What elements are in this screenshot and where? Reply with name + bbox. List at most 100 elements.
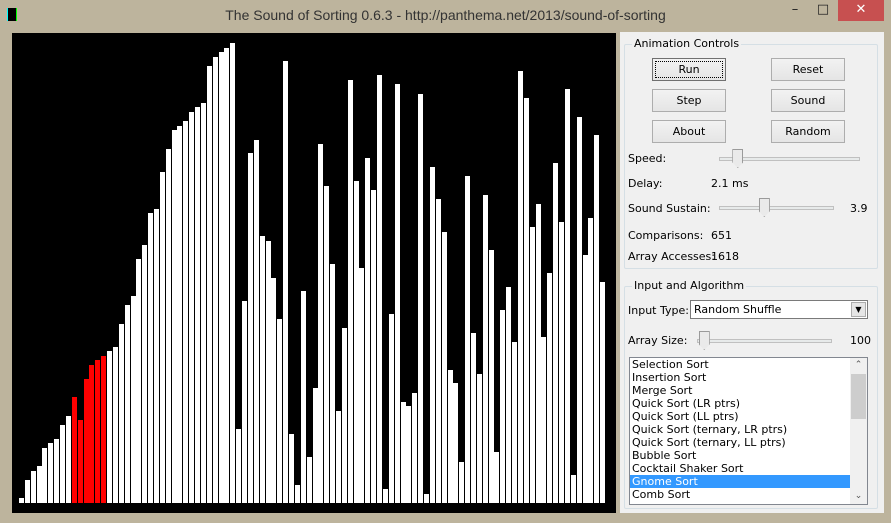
scrollbar-thumb[interactable] [851,374,866,419]
bar [588,217,594,503]
array-accesses-value: 1618 [711,250,739,263]
random-button[interactable]: Random [771,120,845,143]
delay-value: 2.1 ms [711,177,749,190]
input-type-label: Input Type: [628,304,689,317]
bar [289,434,295,503]
input-type-select[interactable]: Random Shuffle ▼ [690,300,868,319]
bar-highlighted [95,360,101,503]
group-title: Animation Controls [632,37,742,50]
bar [148,213,154,503]
bar [412,392,418,503]
group-title: Input and Algorithm [632,279,747,292]
bar-highlighted [101,355,107,503]
algorithm-list-item[interactable]: Quick Sort (ternary, LR ptrs) [630,423,850,436]
bar [424,493,430,503]
bar [19,498,24,503]
bar [107,351,113,503]
bar [271,277,277,503]
bar [506,286,512,503]
algorithm-list-item[interactable]: Quick Sort (LR ptrs) [630,397,850,410]
bar [130,296,136,503]
algorithm-list-item[interactable]: Bubble Sort [630,449,850,462]
sound-sustain-slider[interactable] [719,206,834,210]
algorithm-list-item[interactable]: Comb Sort [630,488,850,501]
sound-button[interactable]: Sound [771,89,845,112]
bar [494,452,500,503]
chevron-down-icon[interactable]: ▼ [851,302,866,317]
control-panel: Animation Controls Run Reset Step Sound … [620,32,884,513]
bar [594,135,600,503]
bar [482,194,488,503]
bar [535,204,541,503]
reset-button[interactable]: Reset [771,58,845,81]
bar [212,56,218,503]
bar [265,240,271,503]
bar [42,447,48,503]
bar [377,75,383,503]
bar [371,190,377,503]
bar [365,158,371,503]
algorithm-list-item[interactable]: Merge Sort [630,384,850,397]
bar [418,93,424,503]
run-button[interactable]: Run [652,58,726,81]
bar [142,245,148,503]
step-button[interactable]: Step [652,89,726,112]
bar [312,388,318,503]
bar [65,415,71,503]
bar [306,457,312,503]
bar [476,374,482,503]
bar [48,443,54,503]
array-size-slider[interactable] [697,339,832,343]
bar [230,43,236,503]
scroll-down-icon[interactable]: ⌄ [850,489,867,504]
bar [529,227,535,503]
algorithm-list[interactable]: Selection Sort Insertion Sort Merge Sort Qu… [629,357,868,505]
algorithm-list-item[interactable]: Insertion Sort [630,371,850,384]
bar [159,171,165,503]
bar-highlighted [89,365,95,503]
bar [112,346,118,503]
bar [453,383,459,503]
speed-label: Speed: [628,152,667,165]
about-button[interactable]: About [652,120,726,143]
bar [154,208,159,503]
bar [318,144,324,503]
sound-sustain-value: 3.9 [850,202,868,215]
bar [547,273,553,503]
close-icon[interactable]: ✕ [838,0,884,21]
bar-highlighted [77,420,83,503]
bar [300,291,306,503]
bar-highlighted [71,397,77,503]
bar [347,79,353,503]
bar [582,254,588,503]
algorithm-list-item[interactable]: Cocktail Shaker Sort [630,462,850,475]
title-bar[interactable]: The Sound of Sorting 0.6.3 - http://pant… [0,0,891,32]
list-scrollbar[interactable]: ⌃ ⌄ [850,358,867,504]
algorithm-list-item[interactable]: Quick Sort (LL ptrs) [630,410,850,423]
bar [359,268,365,503]
input-type-value: Random Shuffle [694,303,782,316]
bar [470,332,476,503]
bar [24,480,30,503]
minimize-icon[interactable]: – [782,0,808,21]
bar [171,130,177,503]
array-accesses-label: Array Accesses: [628,250,715,263]
scroll-up-icon[interactable]: ⌃ [850,358,867,373]
bar [330,263,336,503]
bar [335,411,341,503]
bar [283,61,289,503]
bar [189,112,195,503]
bar [242,300,248,503]
bar [218,52,224,503]
bar [236,429,242,503]
bar [600,282,606,503]
bar [441,231,447,503]
bar-highlighted [83,378,89,503]
bar [253,139,259,503]
maximize-icon[interactable]: □ [810,0,836,21]
algorithm-list-item[interactable]: Gnome Sort [630,475,850,488]
algorithm-list-item[interactable]: Selection Sort [630,358,850,371]
sound-sustain-label: Sound Sustain: [628,202,711,215]
bar [277,319,283,503]
algorithm-list-item[interactable]: Quick Sort (ternary, LL ptrs) [630,436,850,449]
